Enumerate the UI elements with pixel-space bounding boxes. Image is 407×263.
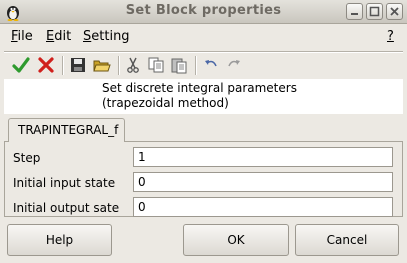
cancel-toolbar-button[interactable] (35, 54, 57, 76)
menu-help[interactable]: ? (387, 29, 394, 44)
close-icon (390, 7, 399, 16)
toolbar-divider (62, 56, 64, 75)
copy-icon (148, 57, 164, 73)
open-toolbar-button[interactable] (91, 54, 113, 76)
menu-file-label: ile (17, 29, 33, 44)
initial-output-state-label: Initial output sate (13, 201, 120, 215)
redo-icon (228, 60, 240, 67)
maximize-button[interactable] (366, 3, 383, 20)
menu-bar: File Edit Setting ? (0, 24, 407, 50)
copy-toolbar-button[interactable] (145, 54, 167, 76)
ok-toolbar-button[interactable] (10, 54, 32, 76)
ok-button[interactable]: OK (183, 224, 289, 256)
menu-help-mnemonic: ? (387, 29, 394, 44)
toolbar-divider (195, 56, 197, 75)
cut-icon (127, 57, 139, 73)
step-field[interactable] (133, 147, 393, 167)
redo-toolbar-button[interactable] (223, 54, 245, 76)
minimize-icon (351, 13, 358, 15)
menu-setting[interactable]: Setting (83, 29, 130, 44)
menu-file[interactable]: File (11, 29, 33, 44)
initial-input-state-field[interactable] (133, 172, 393, 192)
cancel-button[interactable]: Cancel (295, 224, 399, 256)
ok-check-icon (12, 57, 30, 73)
help-button[interactable]: Help (7, 224, 112, 256)
undo-icon (205, 60, 217, 67)
description-line-1: Set discrete integral parameters (102, 81, 297, 95)
step-label: Step (13, 151, 41, 165)
save-icon (71, 58, 85, 72)
open-folder-icon (93, 60, 111, 72)
close-button[interactable] (386, 3, 403, 20)
maximize-icon (369, 6, 380, 17)
menu-edit[interactable]: Edit (46, 29, 71, 44)
initial-output-state-field[interactable] (133, 197, 393, 217)
paste-toolbar-button[interactable] (168, 54, 190, 76)
menu-edit-mnemonic: E (46, 29, 55, 44)
cancel-x-icon (38, 57, 54, 73)
save-toolbar-button[interactable] (67, 54, 89, 76)
toolbar (4, 53, 403, 78)
tab-trapintegral[interactable]: TRAPINTEGRAL_f (8, 118, 125, 142)
minimize-button[interactable] (346, 3, 363, 20)
menu-edit-label: dit (54, 29, 72, 44)
undo-toolbar-button[interactable] (200, 54, 222, 76)
description-line-2: (trapezoidal method) (102, 96, 229, 110)
tab-label: TRAPINTEGRAL_f (18, 123, 119, 137)
title-bar[interactable]: Set Block properties (0, 0, 407, 24)
initial-input-state-label: Initial input state (13, 176, 116, 190)
toolbar-divider (118, 56, 120, 75)
menu-setting-label: etting (91, 29, 130, 44)
paste-icon (171, 58, 187, 74)
cut-toolbar-button[interactable] (122, 54, 144, 76)
description-box: Set discrete integral parameters (trapez… (4, 79, 403, 114)
